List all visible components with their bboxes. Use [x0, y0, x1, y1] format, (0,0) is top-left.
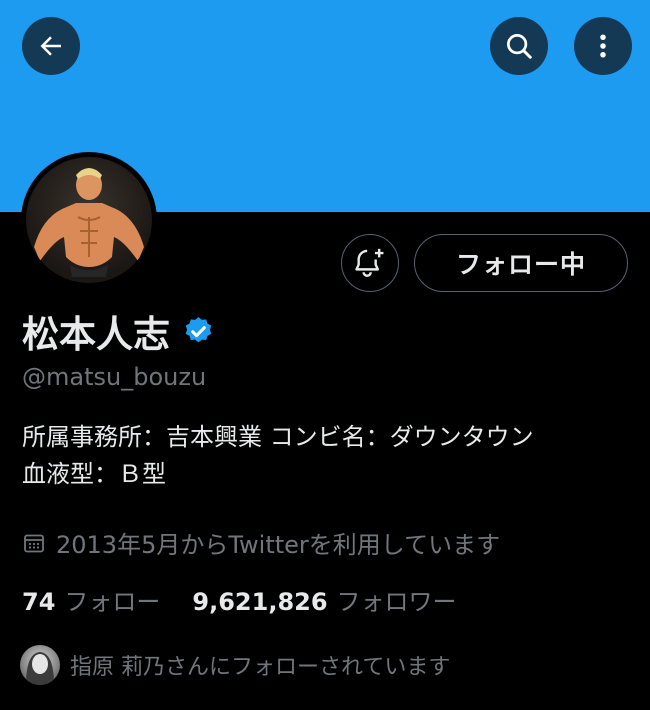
bio-line: 所属事務所：吉本興業 コンビ名：ダウンタウン	[22, 423, 534, 451]
follower-avatar	[20, 645, 60, 685]
profile-bio: 所属事務所：吉本興業 コンビ名：ダウンタウン 血液型：Ｂ型	[22, 419, 632, 493]
profile-name-row: 松本人志	[22, 304, 215, 358]
followed-by[interactable]: 指原 莉乃さんにフォローされています	[20, 645, 450, 685]
avatar-image	[26, 157, 152, 283]
search-button[interactable]	[490, 17, 548, 75]
bodybuilder-figure-image	[34, 168, 144, 277]
joined-date: 2013年5月からTwitterを利用しています	[22, 525, 500, 560]
follower-portrait-image	[26, 652, 54, 685]
follow-stats: 74 フォロー 9,621,826 フォロワー	[22, 582, 489, 617]
profile-name: 松本人志	[22, 313, 170, 356]
following-label: フォロー	[64, 588, 161, 616]
followers-stat[interactable]: 9,621,826 フォロワー	[192, 582, 456, 617]
search-icon	[507, 34, 532, 59]
bell-plus-icon	[355, 248, 384, 277]
followers-label: フォロワー	[336, 588, 457, 616]
more-options-button[interactable]	[574, 17, 632, 75]
followed-by-text: 指原 莉乃さんにフォローされています	[70, 655, 451, 680]
followers-count: 9,621,826	[192, 588, 328, 616]
following-stat[interactable]: 74 フォロー	[22, 582, 160, 617]
arrow-left-icon	[40, 36, 61, 56]
following-button[interactable]: フォロー中	[414, 234, 628, 292]
profile-avatar[interactable]	[21, 152, 157, 288]
following-count: 74	[22, 588, 56, 616]
back-button[interactable]	[22, 17, 80, 75]
notifications-button[interactable]	[341, 234, 399, 292]
calendar-icon	[24, 534, 44, 552]
verified-badge-icon[interactable]	[182, 315, 215, 348]
bio-line: 血液型：Ｂ型	[22, 460, 166, 488]
more-vertical-icon	[600, 34, 606, 58]
joined-date-text: 2013年5月からTwitterを利用しています	[56, 531, 501, 559]
profile-handle: @matsu_bouzu	[22, 363, 207, 391]
